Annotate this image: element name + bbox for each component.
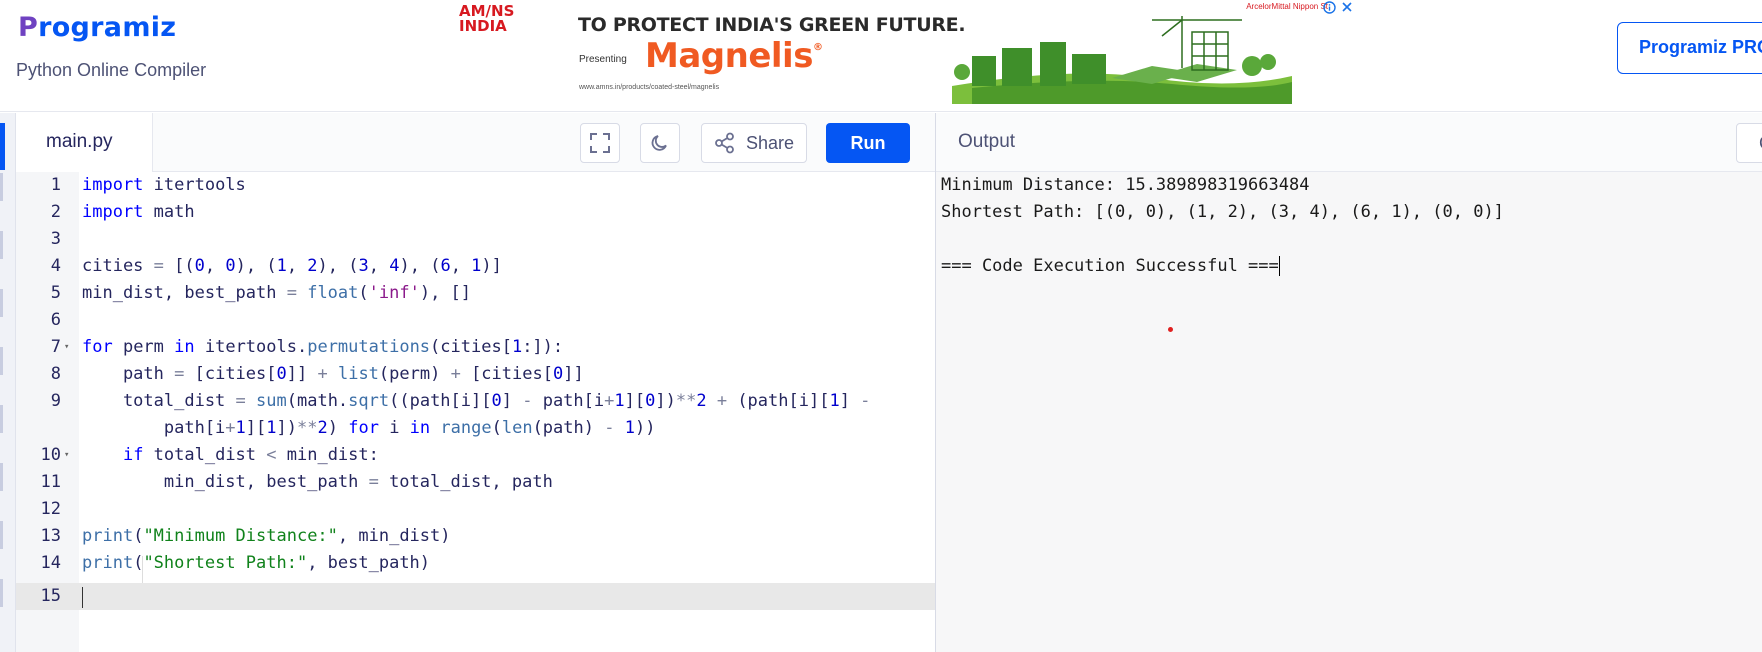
code-line: 12 — [40, 499, 61, 519]
dark-mode-button[interactable] — [640, 123, 680, 163]
share-button[interactable]: Share — [701, 123, 807, 163]
ad-brand: AM/NS INDIA — [459, 2, 515, 35]
output-line: === Code Execution Successful === — [941, 256, 1280, 276]
programiz-pro-button[interactable]: Programiz PRO — [1617, 22, 1762, 74]
sidebar-item[interactable] — [0, 173, 3, 201]
sidebar-item-python-active[interactable] — [0, 123, 5, 170]
programiz-logo[interactable]: Programiz — [18, 12, 176, 43]
output-title: Output — [958, 131, 1016, 152]
output-console[interactable]: Minimum Distance: 15.389898319663484 Sho… — [936, 172, 1762, 652]
code-editor[interactable]: 1 import itertools 2 import math 3 4 cities… — [16, 172, 935, 652]
sidebar-item[interactable] — [0, 521, 3, 549]
code-line: 8 path = [cities[0]] + list(perm) + [cit… — [50, 364, 584, 384]
fullscreen-icon — [590, 133, 610, 153]
code-line: 13 print("Minimum Distance:", min_dist) — [40, 526, 451, 546]
code-line: path[i+1][1])**2) for i in range(len(pat… — [82, 418, 656, 438]
fold-arrow-icon[interactable]: ▾ — [64, 334, 69, 361]
code-line: 10 ▾ if total_dist < min_dist: — [16, 442, 935, 469]
ad-presenting: Presenting — [579, 54, 627, 65]
sidebar-item[interactable] — [0, 231, 3, 259]
code-line: 5 min_dist, best_path = float('inf'), [] — [50, 283, 472, 303]
ad-product: Magnelis® — [645, 36, 823, 76]
sidebar-item[interactable] — [0, 347, 3, 375]
run-button[interactable]: Run — [826, 123, 910, 163]
clear-button[interactable]: Clear — [1736, 123, 1762, 163]
output-line: Minimum Distance: 15.389898319663484 — [941, 175, 1310, 195]
code-line: 7 ▾ for perm in itertools.permutations(cit… — [16, 334, 935, 361]
text-cursor — [82, 587, 83, 608]
fold-arrow-icon[interactable]: ▾ — [64, 442, 69, 469]
ad-illustration — [952, 16, 1292, 104]
language-sidebar — [0, 113, 16, 652]
sidebar-item[interactable] — [0, 289, 3, 317]
sidebar-item[interactable] — [0, 405, 3, 433]
code-line: 9 total_dist = sum(math.sqrt((path[i][0]… — [50, 391, 871, 411]
tab-main-py[interactable]: main.py — [16, 113, 153, 172]
code-line: 4 cities = [(0, 0), (1, 2), (3, 4), (6, 1… — [50, 256, 502, 276]
editor-toolbar: main.py Share Run — [16, 113, 935, 172]
code-line: 3 — [50, 229, 61, 249]
share-icon — [715, 132, 734, 154]
top-header: Programiz Python Online Compiler AM/NS I… — [0, 0, 1762, 112]
fullscreen-button[interactable] — [580, 123, 620, 163]
sidebar-item[interactable] — [0, 463, 3, 491]
info-icon[interactable] — [1322, 0, 1336, 14]
output-line: Shortest Path: [(0, 0), (1, 2), (3, 4), … — [941, 202, 1504, 222]
mouse-pointer-dot — [1168, 327, 1173, 332]
code-line: 15 — [40, 586, 61, 606]
ad-headline: TO PROTECT INDIA'S GREEN FUTURE. — [578, 14, 966, 36]
advertisement-banner[interactable]: AM/NS INDIA TO PROTECT INDIA'S GREEN FUT… — [447, 0, 1356, 105]
moon-icon — [651, 135, 667, 151]
output-cursor — [1278, 256, 1280, 276]
output-toolbar: Output Clear — [936, 113, 1762, 172]
page-subtitle: Python Online Compiler — [16, 60, 207, 80]
code-line: 1 import itertools — [50, 175, 246, 195]
code-line: 6 — [50, 310, 61, 330]
code-line: 11 min_dist, best_path = total_dist, pat… — [40, 472, 553, 492]
indent-guide — [142, 556, 143, 583]
sidebar-item[interactable] — [0, 579, 3, 607]
close-icon[interactable] — [1340, 0, 1354, 14]
code-line: 2 import math — [50, 202, 195, 222]
ad-url: www.amns.in/products/coated-steel/magnel… — [579, 84, 720, 91]
ad-controls — [1322, 0, 1354, 14]
code-line: 14 print("Shortest Path:", best_path) — [40, 553, 431, 573]
